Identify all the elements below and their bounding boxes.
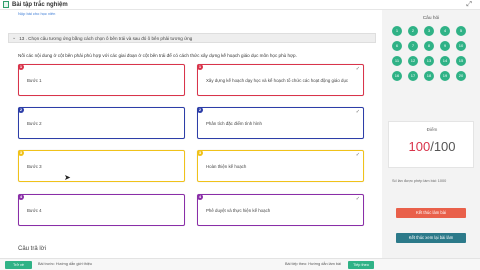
previous-lesson-link[interactable]: Bài trước: Hướng dẫn giới thiệu xyxy=(38,262,92,266)
page-title: Bài tập trắc nghiệm xyxy=(12,1,68,8)
check-icon: ✓ xyxy=(355,66,360,72)
bottom-nav: Trở về Bài trước: Hướng dẫn giới thiệu B… xyxy=(0,258,480,270)
score-total: 100 xyxy=(433,139,456,154)
attempts-info: Số lần được phép làm bài: 1000 xyxy=(392,179,447,183)
top-bar: Bài tập trắc nghiệm ⤢ xyxy=(0,0,480,10)
question-nav-item[interactable]: 19 xyxy=(440,71,450,81)
right-card-3[interactable]: 3 Hoàn thiện kế hoạch ✓ xyxy=(197,150,364,182)
next-button[interactable]: Tiếp theo xyxy=(348,261,374,269)
card-number-badge: 3 xyxy=(197,150,203,156)
score-value: 100 xyxy=(408,139,431,154)
card-number-badge: 4 xyxy=(18,194,24,200)
check-icon: ✓ xyxy=(355,109,360,115)
expand-icon[interactable]: ⤢ xyxy=(466,1,472,9)
submission-link[interactable]: Nộp bài cho học viên xyxy=(18,11,55,16)
card-label: Phân tích đặc điểm tình hình xyxy=(206,121,262,126)
card-label: Bước 4 xyxy=(27,208,42,213)
score-label: Điểm xyxy=(426,127,438,132)
card-number-badge: 1 xyxy=(18,64,24,70)
right-card-2[interactable]: 2 Phân tích đặc điểm tình hình ✓ xyxy=(197,107,364,139)
card-label: Xây dựng kế hoạch dạy học và kế hoạch tổ… xyxy=(206,78,349,83)
card-label: Hoàn thiện kế hoạch xyxy=(206,164,247,169)
score-box: Điểm 100/100 xyxy=(388,121,474,168)
question-nav-item[interactable]: 9 xyxy=(440,41,450,51)
question-nav-item[interactable]: 17 xyxy=(408,71,418,81)
card-label: Bước 1 xyxy=(27,78,42,83)
question-nav-item[interactable]: 4 xyxy=(440,26,450,36)
question-nav-item[interactable]: 14 xyxy=(440,56,450,66)
check-icon: ✓ xyxy=(355,152,360,158)
question-nav-item[interactable]: 8 xyxy=(424,41,434,51)
question-nav-item[interactable]: 18 xyxy=(424,71,434,81)
question-nav-item[interactable]: 20 xyxy=(456,71,466,81)
card-number-badge: 1 xyxy=(197,64,203,70)
card-label: Bước 3 xyxy=(27,164,42,169)
card-number-badge: 2 xyxy=(18,107,24,113)
question-nav-item[interactable]: 3 xyxy=(424,26,434,36)
next-lesson-link[interactable]: Bài tiếp theo: Hướng dẫn làm bài xyxy=(285,262,341,266)
review-button[interactable]: Kết thúc xem lại bài làm xyxy=(396,233,466,243)
mouse-cursor-icon: ➤ xyxy=(64,173,71,182)
question-nav-item[interactable]: 10 xyxy=(456,41,466,51)
right-card-1[interactable]: 1 Xây dựng kế hoạch dạy học và kế hoạch … xyxy=(197,64,364,96)
question-nav-item[interactable]: 1 xyxy=(392,26,402,36)
question-nav-item[interactable]: 6 xyxy=(392,41,402,51)
card-label: Phê duyệt và thực hiện kế hoạch xyxy=(206,208,271,213)
check-icon: ✓ xyxy=(355,196,360,202)
answer-section-title: Câu trả lời xyxy=(18,246,46,252)
document-icon xyxy=(3,1,9,8)
left-card-1[interactable]: 1 Bước 1 xyxy=(18,64,185,96)
question-prompt: Nối các nội dung ở cột bên phải phù hợp … xyxy=(18,53,297,58)
question-navigator: 1 2 3 4 5 6 7 8 9 10 11 12 13 14 15 16 17 18 19 20 xyxy=(392,26,472,81)
end-quiz-button[interactable]: Kết thúc làm bài xyxy=(396,208,466,218)
sidebar-title: Câu hỏi xyxy=(422,16,440,21)
question-nav-item[interactable]: 12 xyxy=(408,56,418,66)
card-number-badge: 3 xyxy=(18,150,24,156)
card-label: Bước 2 xyxy=(27,121,42,126)
question-sidebar: Câu hỏi 1 2 3 4 5 6 7 8 9 10 11 12 13 14 15 16 17 18 19 20 … xyxy=(382,10,480,258)
question-title: 13 . Chọn câu tương ứng bằng cách chọn ô… xyxy=(19,35,193,41)
chevron-down-icon: ⌄ xyxy=(12,35,17,41)
question-heading[interactable]: ⌄ 13 . Chọn câu tương ứng bằng cách chọn… xyxy=(8,33,376,43)
right-card-4[interactable]: 4 Phê duyệt và thực hiện kế hoạch ✓ xyxy=(197,194,364,226)
left-card-4[interactable]: 4 Bước 4 xyxy=(18,194,185,226)
back-button[interactable]: Trở về xyxy=(5,261,32,269)
score-display: 100/100 xyxy=(389,139,475,154)
question-nav-item[interactable]: 16 xyxy=(392,71,402,81)
card-number-badge: 2 xyxy=(197,107,203,113)
question-nav-item[interactable]: 2 xyxy=(408,26,418,36)
left-card-3[interactable]: 3 Bước 3 xyxy=(18,150,185,182)
card-number-badge: 4 xyxy=(197,194,203,200)
left-card-2[interactable]: 2 Bước 2 xyxy=(18,107,185,139)
question-nav-item[interactable]: 15 xyxy=(456,56,466,66)
question-nav-item[interactable]: 13 xyxy=(424,56,434,66)
question-nav-item[interactable]: 5 xyxy=(456,26,466,36)
question-area: Nộp bài cho học viên ⌄ 13 . Chọn câu tươ… xyxy=(0,10,382,258)
question-nav-item[interactable]: 7 xyxy=(408,41,418,51)
question-nav-item[interactable]: 11 xyxy=(392,56,402,66)
